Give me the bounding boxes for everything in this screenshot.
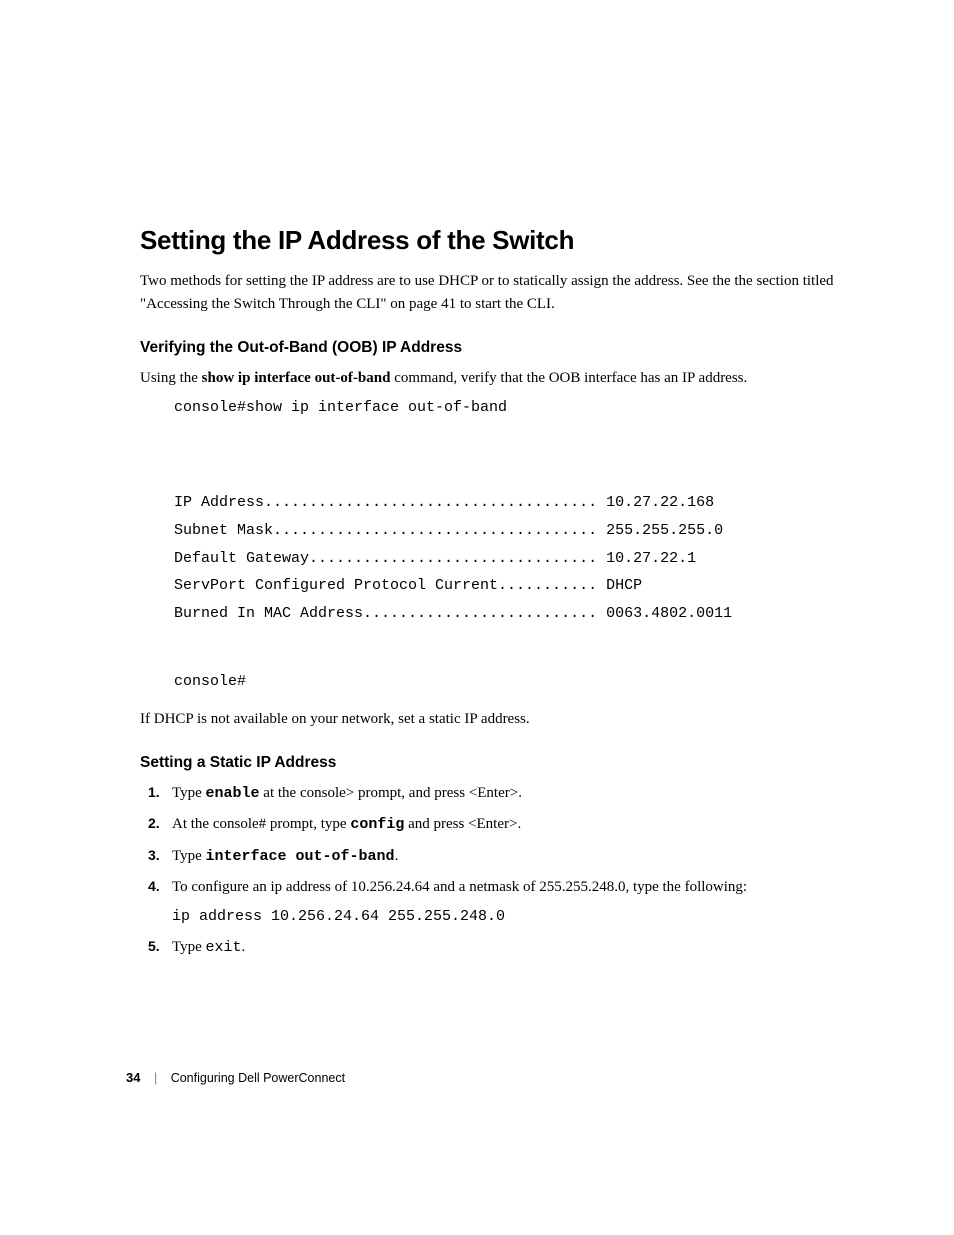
step-1: Type enable at the console> prompt, and …	[140, 782, 849, 805]
s3-post: .	[395, 848, 399, 864]
s2-pre: At the console# prompt, type	[172, 816, 350, 832]
s5-post: .	[242, 939, 246, 955]
output-servport: ServPort Configured Protocol Current....…	[174, 577, 642, 594]
s3-pre: Type	[172, 848, 206, 864]
s4-code: ip address 10.256.24.64 255.255.248.0	[172, 905, 849, 928]
s4-text: To configure an ip address of 10.256.24.…	[172, 879, 747, 895]
lead-post: command, verify that the OOB interface h…	[390, 370, 747, 386]
s5-pre: Type	[172, 939, 206, 955]
lead-bold-cmd: show ip interface out-of-band	[202, 370, 391, 386]
output-gateway: Default Gateway.........................…	[174, 550, 696, 567]
step-4: To configure an ip address of 10.256.24.…	[140, 876, 849, 929]
console-prompt-after: console#	[174, 668, 849, 696]
console-output: IP Address..............................…	[174, 461, 849, 628]
section-heading-verify: Verifying the Out-of-Band (OOB) IP Addre…	[140, 339, 849, 357]
step-3: Type interface out-of-band.	[140, 845, 849, 868]
console-cmd: console#show ip interface out-of-band	[174, 394, 849, 422]
verify-lead-text: Using the show ip interface out-of-band …	[140, 367, 849, 390]
step-5: Type exit.	[140, 936, 849, 959]
page-footer: 34 | Configuring Dell PowerConnect	[126, 1070, 345, 1085]
footer-chapter: Configuring Dell PowerConnect	[171, 1071, 345, 1085]
page-number: 34	[126, 1070, 140, 1085]
s3-cmd: interface out-of-band	[206, 848, 395, 865]
intro-paragraph: Two methods for setting the IP address a…	[140, 270, 849, 315]
lead-pre: Using the	[140, 370, 202, 386]
dhcp-note: If DHCP is not available on your network…	[140, 708, 849, 731]
s1-pre: Type	[172, 785, 206, 801]
output-mac: Burned In MAC Address...................…	[174, 605, 732, 622]
s2-cmd: config	[350, 816, 404, 833]
main-heading: Setting the IP Address of the Switch	[140, 225, 849, 256]
s5-cmd: exit	[206, 939, 242, 956]
footer-separator: |	[154, 1071, 157, 1085]
s1-cmd: enable	[206, 785, 260, 802]
s2-post: and press <Enter>.	[404, 816, 521, 832]
output-subnet: Subnet Mask.............................…	[174, 522, 723, 539]
section-heading-static: Setting a Static IP Address	[140, 754, 849, 772]
output-ip: IP Address..............................…	[174, 494, 714, 511]
page-content: Setting the IP Address of the Switch Two…	[0, 0, 954, 960]
step-2: At the console# prompt, type config and …	[140, 813, 849, 836]
steps-list: Type enable at the console> prompt, and …	[140, 782, 849, 960]
s1-post: at the console> prompt, and press <Enter…	[260, 785, 522, 801]
